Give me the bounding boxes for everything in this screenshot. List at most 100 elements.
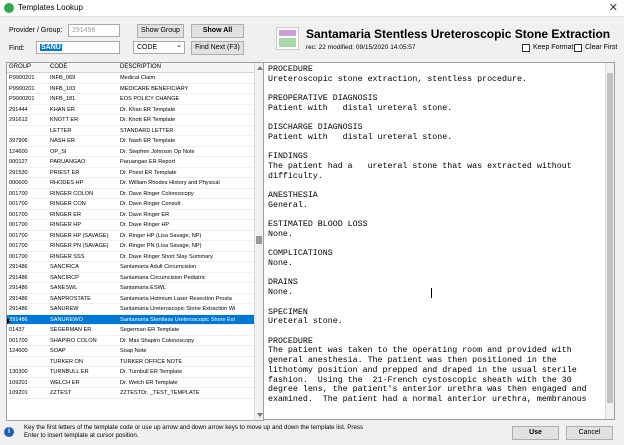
table-row[interactable]: 397906 NASH ER Dr. Nash ER Template	[7, 136, 256, 147]
table-row[interactable]: 291486 SANUREWO Santamaria Stentless Urete…	[7, 314, 256, 325]
cell-group: 01437	[9, 327, 25, 333]
search-field-select[interactable]: CODE ⌄	[133, 41, 185, 54]
cell-group: 124600	[9, 148, 28, 155]
show-group-button[interactable]: Show Group	[137, 24, 184, 38]
cell-group: 291486	[9, 274, 28, 281]
cell-code: SANUREW	[50, 306, 79, 312]
table-row[interactable]: 001700 SHAPIRO COLON Dr. Max Shapiro Colon…	[7, 336, 256, 346]
column-description[interactable]: DESCRIPTION	[120, 64, 161, 70]
cell-code: RINGER HP	[50, 222, 82, 228]
find-label: Find:	[9, 45, 25, 52]
splitter-handle[interactable]	[256, 236, 262, 244]
table-row[interactable]: 000127 PARUANGAO Paruangao ER Report	[7, 157, 256, 168]
table-row[interactable]: 001700 RINGER SSS Dr. Dave Ringer Short St…	[7, 252, 256, 262]
cell-code: OP_SI	[50, 148, 67, 155]
find-next-button[interactable]: Find Next (F3)	[191, 41, 244, 55]
find-input-value: SANU	[40, 44, 62, 51]
clear-first-checkbox[interactable]	[574, 44, 582, 52]
cell-group: 291486	[9, 316, 28, 323]
table-row[interactable]: 001700 RINGER ER Dr. Dave Ringer ER	[7, 210, 256, 220]
table-row[interactable]: 01437 SEGERMAN ER Segerman ER Template	[7, 325, 256, 336]
table-row[interactable]: 291486 SANCIRCP Santamaria Circumcision Pe…	[7, 273, 256, 283]
cell-description: Santamaria Stentless Ureteroscopic Stone…	[120, 316, 236, 323]
text-cursor-icon	[431, 288, 432, 298]
table-row[interactable]: LETTER STANDARD LETTER	[7, 126, 256, 136]
table-row[interactable]: 124600 SOAP Soap Note	[7, 346, 256, 357]
table-row[interactable]: 291486 SANPROSTATE Santamaria Holmium Lase…	[7, 294, 256, 304]
table-row[interactable]: P9900201 INFB_069 Medical Claim	[7, 73, 256, 84]
table-row[interactable]: 291530 PRIEST ER Dr. Priest ER Template	[7, 168, 256, 178]
close-icon[interactable]: ✕	[609, 1, 618, 14]
cell-code: SANUREWO	[50, 316, 83, 323]
cell-group: 000127	[9, 159, 28, 165]
cell-code: INFB_181	[50, 96, 76, 102]
find-input[interactable]: SANU	[36, 41, 120, 54]
editor-scrollbar[interactable]	[605, 63, 614, 419]
cell-code: PRIEST ER	[50, 169, 80, 176]
search-field-value: CODE	[137, 44, 158, 51]
cell-description: Dr. Ringer HP (Lisa Savage, NP)	[120, 232, 202, 239]
cell-group: 000600	[9, 180, 28, 186]
template-meta: rec: 22 modified: 09/15/2020 14:05:57	[306, 44, 416, 51]
cell-code: RINGER COLON	[50, 190, 94, 197]
table-row[interactable]: TURKER ON TURKER OFFICE NOTE	[7, 357, 256, 367]
cell-code: KNOTT ER	[50, 117, 79, 123]
cell-group: 001700	[9, 222, 28, 228]
cell-code: SANPROSTATE	[50, 295, 91, 302]
table-row[interactable]: 000600 RHODES HP Dr. William Rhodes Histor…	[7, 178, 256, 189]
template-icon-body	[279, 38, 296, 47]
use-button[interactable]: Use	[512, 426, 559, 440]
table-row[interactable]: 109201 ZZTEST ZZTESTDr. _TEST_TEMPLATE	[7, 388, 256, 399]
cell-description: Santamaria Circumcision Pediatric	[120, 274, 206, 281]
provider-group-field[interactable]: 291496	[68, 24, 120, 37]
cell-description: Dr. Turnbull ER Template	[120, 369, 183, 375]
table-row[interactable]: P9900201 INFB_103 MEDICARE BENEFICIARY	[7, 84, 256, 94]
editor-scroll-thumb[interactable]	[607, 73, 613, 403]
cell-group: 291530	[9, 169, 28, 176]
cell-code: TURNBULL ER	[50, 369, 89, 375]
cell-description: ZZTESTDr. _TEST_TEMPLATE	[120, 390, 200, 396]
cell-code: NASH ER	[50, 138, 75, 144]
table-row[interactable]: 001700 RINGER HP Dr. Dave Ringer HP	[7, 220, 256, 231]
cell-group: 397906	[9, 138, 28, 144]
window-title: Templates Lookup	[18, 3, 83, 12]
column-code[interactable]: CODE	[50, 64, 67, 70]
table-row[interactable]: 001700 RINGER PN (SAVAGE) Dr. Ringer PN (L…	[7, 241, 256, 252]
cell-group: P9900201	[9, 96, 35, 102]
table-row[interactable]: 291486 SANESWL Santamaria ESWL	[7, 283, 256, 294]
table-row[interactable]: P9900201 INFB_181 EOS POLICY CHANGE	[7, 94, 256, 105]
cell-group: P9900201	[9, 75, 35, 81]
table-row[interactable]: 109201 WELCH ER Dr. Welch ER Template	[7, 378, 256, 388]
cell-description: Dr. Max Shapiro Colonoscopy	[120, 337, 194, 344]
cell-group: 001700	[9, 190, 28, 197]
keep-format-checkbox[interactable]	[522, 44, 530, 52]
table-row[interactable]: 291486 SANUREW Santamaria Ureteroscopic St…	[7, 304, 256, 315]
table-row[interactable]: 291444 KHAN ER Dr. Khan ER Template	[7, 105, 256, 115]
table-row[interactable]: 001700 RINGER COLON Dr. Dave Ringer Colono…	[7, 189, 256, 199]
cell-description: MEDICARE BENEFICIARY	[120, 85, 189, 92]
template-body[interactable]: PROCEDURE Ureteroscopic stone extraction…	[268, 65, 606, 405]
cancel-button[interactable]: Cancel	[566, 426, 613, 440]
table-row[interactable]: 291486 SANCIRCA Santamaria Adult Circumcis…	[7, 262, 256, 273]
column-group[interactable]: GROUP	[9, 64, 31, 70]
cell-group: 001700	[9, 253, 28, 260]
cell-group: 130300	[9, 369, 28, 375]
cell-description: TURKER OFFICE NOTE	[120, 358, 183, 365]
table-row[interactable]: 001700 RINGER HP (SAVAGE) Dr. Ringer HP (L…	[7, 231, 256, 241]
cell-description: Dr. Nash ER Template	[120, 138, 176, 144]
table-row[interactable]: 130300 TURNBULL ER Dr. Turnbull ER Templat…	[7, 367, 256, 378]
cell-group: 001700	[9, 232, 28, 239]
cell-code: LETTER	[50, 127, 72, 134]
cell-description: Dr. Knott ER Template	[120, 117, 176, 123]
template-list[interactable]: GROUP CODE DESCRIPTION P9900201 INFB_069 M…	[6, 62, 264, 421]
table-row[interactable]: 124600 OP_SI Dr. Stephen Johnson Op Note	[7, 147, 256, 157]
table-row[interactable]: 291612 KNOTT ER Dr. Knott ER Template	[7, 115, 256, 126]
template-editor[interactable]: PROCEDURE Ureteroscopic stone extraction…	[263, 62, 615, 420]
cell-group: 109201	[9, 390, 28, 396]
cell-code: INFB_103	[50, 85, 76, 92]
show-all-button[interactable]: Show All	[191, 24, 244, 38]
template-icon	[276, 27, 299, 50]
table-row[interactable]: 001700 RINGER CON Dr. Dave Ringer Consult	[7, 199, 256, 210]
cell-code: SANCIRCA	[50, 264, 79, 270]
cell-code: INFB_069	[50, 75, 76, 81]
